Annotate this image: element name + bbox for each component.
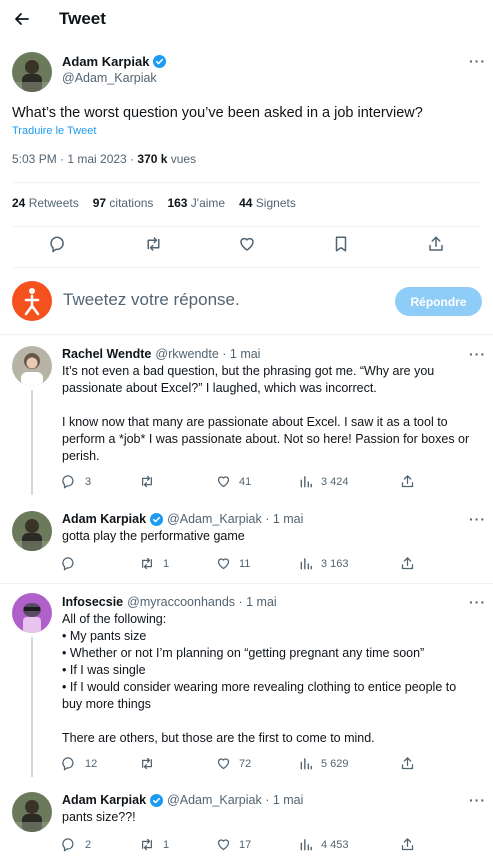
- top-bar: Tweet: [0, 0, 493, 40]
- tweet-time[interactable]: 5:03 PM · 1 mai 2023 ·: [12, 152, 137, 166]
- avatar[interactable]: [12, 511, 52, 551]
- reply-header: Rachel Wendte @rkwendte · 1 mai: [62, 347, 261, 361]
- views-count[interactable]: 4 453: [299, 837, 349, 852]
- like-icon[interactable]: [238, 235, 256, 253]
- bookmarks-stat[interactable]: 44 Signets: [239, 196, 296, 210]
- share-icon[interactable]: [400, 756, 415, 771]
- likes-stat[interactable]: 163 J'aime: [167, 196, 225, 210]
- author-name[interactable]: Adam Karpiak: [62, 54, 167, 69]
- reply-text: gotta play the performative game: [62, 529, 245, 543]
- tweet-meta: 5:03 PM · 1 mai 2023 · 370 k vues: [12, 152, 196, 166]
- tweet-text: What’s the worst question you’ve been as…: [12, 105, 423, 121]
- reply-count[interactable]: 12: [62, 756, 97, 771]
- views-label: vues: [167, 152, 197, 166]
- avatar[interactable]: [12, 281, 52, 321]
- reply-icon[interactable]: [50, 235, 68, 253]
- reply-header: Adam Karpiak @Adam_Karpiak · 1 mai: [62, 512, 304, 526]
- reply-header: Adam Karpiak @Adam_Karpiak · 1 mai: [62, 793, 304, 807]
- reply-header: Infosecsie @myraccoonhands · 1 mai: [62, 595, 277, 609]
- author-name-text: Adam Karpiak: [62, 54, 150, 69]
- translate-link[interactable]: Traduire le Tweet: [12, 125, 96, 137]
- page-title: Tweet: [59, 9, 106, 28]
- like-count[interactable]: 41: [216, 474, 251, 489]
- divider: [12, 267, 481, 268]
- more-icon[interactable]: ···: [469, 54, 485, 72]
- reply-action-bar: 3 41 3 424: [0, 474, 493, 498]
- tweet-stats: 24 Retweets 97 citations 163 J'aime 44 S…: [12, 196, 296, 210]
- divider: [12, 182, 481, 183]
- share-icon[interactable]: [400, 474, 415, 489]
- author-handle[interactable]: @Adam_Karpiak: [62, 71, 157, 85]
- divider: [12, 226, 481, 227]
- reply-count[interactable]: 2: [62, 837, 91, 852]
- avatar[interactable]: [12, 52, 52, 92]
- back-arrow-icon[interactable]: [12, 9, 32, 29]
- verified-badge-icon: [150, 512, 164, 526]
- reply-action-bar: 1 11 3 163: [0, 556, 493, 580]
- verified-badge-icon: [150, 793, 164, 807]
- reply-text: pants size??!: [62, 810, 136, 824]
- reply-action-bar: 12 72 5 629: [0, 756, 493, 780]
- like-count[interactable]: 17: [216, 837, 251, 852]
- like-count[interactable]: 72: [216, 756, 251, 771]
- retweet-count[interactable]: [139, 756, 163, 771]
- views-count[interactable]: 3 163: [299, 556, 349, 571]
- retweets-stat[interactable]: 24 Retweets: [12, 196, 79, 210]
- reply-button[interactable]: Répondre: [395, 287, 482, 316]
- reply-count[interactable]: 3: [62, 474, 91, 489]
- share-icon[interactable]: [400, 837, 415, 852]
- reply-text: It’s not even a bad question, but the ph…: [62, 364, 470, 463]
- retweet-count[interactable]: 1: [139, 556, 169, 571]
- retweet-icon[interactable]: [144, 235, 163, 253]
- avatar[interactable]: [12, 593, 52, 633]
- quotes-stat[interactable]: 97 citations: [93, 196, 154, 210]
- views-count[interactable]: 5 629: [299, 756, 349, 771]
- like-count[interactable]: 11: [216, 556, 250, 571]
- divider: [0, 334, 493, 335]
- bookmark-icon[interactable]: [332, 235, 350, 253]
- retweet-count[interactable]: [139, 474, 163, 489]
- share-icon[interactable]: [400, 556, 415, 571]
- reply-action-bar: 2 1 17 4 453: [0, 837, 493, 861]
- views-count[interactable]: 3 424: [299, 474, 349, 489]
- divider: [0, 583, 493, 584]
- avatar[interactable]: [12, 792, 52, 832]
- thread-line: [31, 390, 33, 495]
- views-count: 370 k: [137, 152, 168, 166]
- verified-badge-icon: [153, 55, 167, 68]
- reply-count[interactable]: [62, 556, 85, 571]
- avatar[interactable]: [12, 346, 52, 386]
- thread-line: [31, 637, 33, 777]
- reply-input[interactable]: Tweetez votre réponse.: [63, 290, 240, 310]
- share-icon[interactable]: [427, 235, 445, 253]
- main-action-bar: [0, 235, 493, 259]
- reply-text: All of the following: • My pants size • …: [62, 612, 457, 745]
- retweet-count[interactable]: 1: [139, 837, 169, 852]
